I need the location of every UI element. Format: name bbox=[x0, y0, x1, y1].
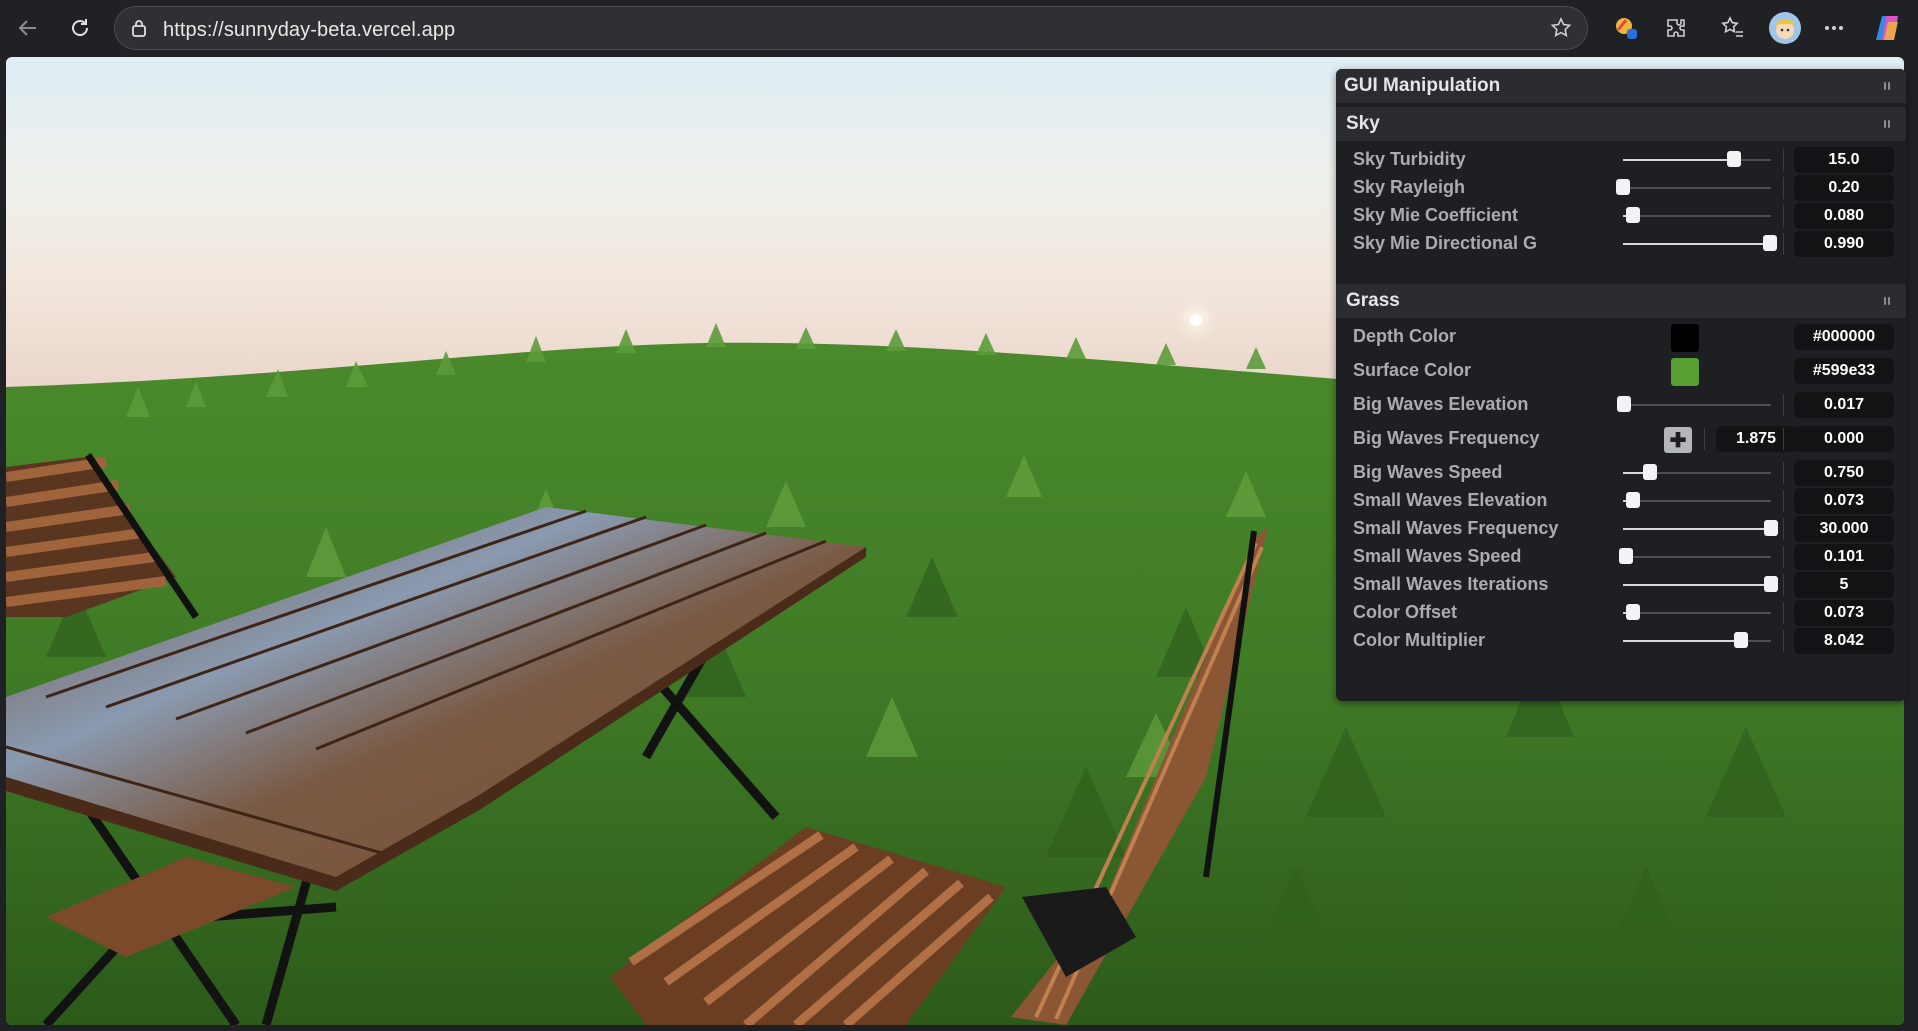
control-surface-color: Surface Color #599e33 bbox=[1336, 354, 1906, 388]
control-label: Small Waves Iterations bbox=[1353, 574, 1549, 594]
folder-grass-title: Grass bbox=[1346, 290, 1400, 311]
number-input[interactable]: 0.073 bbox=[1794, 488, 1894, 514]
color-value[interactable]: #000000 bbox=[1794, 324, 1894, 350]
number-input[interactable]: 0.080 bbox=[1794, 203, 1894, 229]
browser-toolbar: https://sunnyday-beta.vercel.app bbox=[0, 0, 1918, 57]
number-input[interactable]: 8.042 bbox=[1794, 628, 1894, 654]
number-input[interactable]: 5 bbox=[1794, 572, 1894, 598]
slider-knob[interactable] bbox=[1626, 207, 1641, 223]
gui-title: GUI Manipulation bbox=[1344, 75, 1501, 96]
folder-sky-title: Sky bbox=[1346, 113, 1380, 134]
control-label: Sky Mie Coefficient bbox=[1353, 205, 1519, 225]
copilot-icon[interactable] bbox=[1872, 12, 1904, 44]
control-label: Color Offset bbox=[1353, 602, 1458, 622]
slider-track[interactable] bbox=[1617, 396, 1771, 412]
folder-sky[interactable]: Sky bbox=[1336, 107, 1906, 141]
slider-knob[interactable] bbox=[1617, 396, 1632, 412]
number-input[interactable]: 0.990 bbox=[1794, 231, 1894, 257]
slider-track[interactable] bbox=[1623, 492, 1771, 508]
number-input[interactable]: 0.20 bbox=[1794, 175, 1894, 201]
number-input[interactable]: 0.750 bbox=[1794, 460, 1894, 486]
slider-knob[interactable] bbox=[1626, 604, 1641, 620]
profile-avatar-icon[interactable] bbox=[1768, 11, 1802, 45]
slider-knob[interactable] bbox=[1642, 464, 1657, 480]
control-label: Big Waves Elevation bbox=[1353, 394, 1529, 414]
extension-color-icon[interactable] bbox=[1612, 14, 1640, 42]
slider-knob[interactable] bbox=[1618, 548, 1633, 564]
slider-track[interactable] bbox=[1623, 207, 1771, 223]
slider-knob[interactable] bbox=[1762, 235, 1777, 251]
control-label: Big Waves Frequency bbox=[1353, 428, 1540, 448]
url-text[interactable]: https://sunnyday-beta.vercel.app bbox=[163, 19, 455, 42]
control-label: Small Waves Elevation bbox=[1353, 490, 1548, 510]
number-input[interactable]: 0.101 bbox=[1794, 544, 1894, 570]
slider-track[interactable] bbox=[1618, 548, 1771, 564]
refresh-icon[interactable] bbox=[64, 12, 96, 44]
slider-track[interactable] bbox=[1623, 151, 1771, 167]
slider-knob[interactable] bbox=[1616, 179, 1630, 195]
slider-track[interactable] bbox=[1623, 235, 1777, 251]
color-swatch[interactable] bbox=[1671, 358, 1699, 386]
slider-track[interactable] bbox=[1623, 604, 1771, 620]
control-label: Big Waves Speed bbox=[1353, 462, 1503, 482]
number-input[interactable]: 30.000 bbox=[1794, 516, 1894, 542]
control-sky-mie-directional-g: Sky Mie Directional G 0.990 bbox=[1336, 227, 1906, 261]
slider-knob[interactable] bbox=[1764, 520, 1778, 536]
control-label: Sky Mie Directional G bbox=[1353, 233, 1538, 253]
gui-panel: GUI Manipulation Sky Grass Depth Color #… bbox=[1336, 69, 1906, 701]
extensions-puzzle-icon[interactable] bbox=[1662, 14, 1690, 42]
number-input[interactable]: 0.073 bbox=[1794, 600, 1894, 626]
collapse-icon[interactable] bbox=[1884, 117, 1894, 131]
number-input[interactable]: 15.0 bbox=[1794, 147, 1894, 173]
lock-icon[interactable] bbox=[129, 18, 149, 38]
more-icon[interactable] bbox=[1820, 14, 1848, 42]
slider-knob[interactable] bbox=[1626, 492, 1641, 508]
slider-knob[interactable] bbox=[1764, 576, 1778, 592]
control-label: Color Multiplier bbox=[1353, 630, 1485, 650]
control-label: Surface Color bbox=[1353, 360, 1472, 380]
slider-track[interactable] bbox=[1623, 576, 1778, 592]
favorites-icon[interactable] bbox=[1718, 14, 1746, 42]
control-label: Small Waves Frequency bbox=[1353, 518, 1559, 538]
number-input-x[interactable]: 1.875 bbox=[1716, 426, 1796, 452]
back-icon[interactable] bbox=[12, 12, 44, 44]
vector-picker-icon[interactable]: ✚ bbox=[1664, 427, 1692, 453]
gui-title-bar[interactable]: GUI Manipulation bbox=[1336, 69, 1906, 103]
collapse-icon[interactable] bbox=[1884, 294, 1894, 308]
color-value[interactable]: #599e33 bbox=[1794, 358, 1894, 384]
folder-grass[interactable]: Grass bbox=[1336, 284, 1906, 318]
slider-knob[interactable] bbox=[1734, 632, 1749, 648]
slider-track[interactable] bbox=[1623, 632, 1771, 648]
number-input[interactable]: 0.017 bbox=[1794, 392, 1894, 418]
address-bar[interactable]: https://sunnyday-beta.vercel.app bbox=[114, 6, 1588, 50]
control-depth-color: Depth Color #000000 bbox=[1336, 320, 1906, 354]
slider-knob[interactable] bbox=[1727, 151, 1741, 167]
slider-track[interactable] bbox=[1623, 520, 1778, 536]
control-big-waves-frequency: Big Waves Frequency ✚ 1.875 0.000 bbox=[1336, 422, 1906, 456]
control-label: Sky Turbidity bbox=[1353, 149, 1466, 169]
control-big-waves-elevation: Big Waves Elevation 0.017 bbox=[1336, 388, 1906, 422]
favorite-star-icon[interactable] bbox=[1549, 16, 1573, 40]
slider-track[interactable] bbox=[1623, 464, 1771, 480]
color-swatch[interactable] bbox=[1671, 324, 1699, 352]
number-input-y[interactable]: 0.000 bbox=[1794, 426, 1894, 452]
control-label: Depth Color bbox=[1353, 326, 1456, 346]
control-label: Sky Rayleigh bbox=[1353, 177, 1466, 197]
collapse-icon[interactable] bbox=[1884, 79, 1894, 93]
control-color-multiplier: Color Multiplier 8.042 bbox=[1336, 624, 1906, 658]
slider-track[interactable] bbox=[1616, 179, 1771, 195]
control-label: Small Waves Speed bbox=[1353, 546, 1522, 566]
